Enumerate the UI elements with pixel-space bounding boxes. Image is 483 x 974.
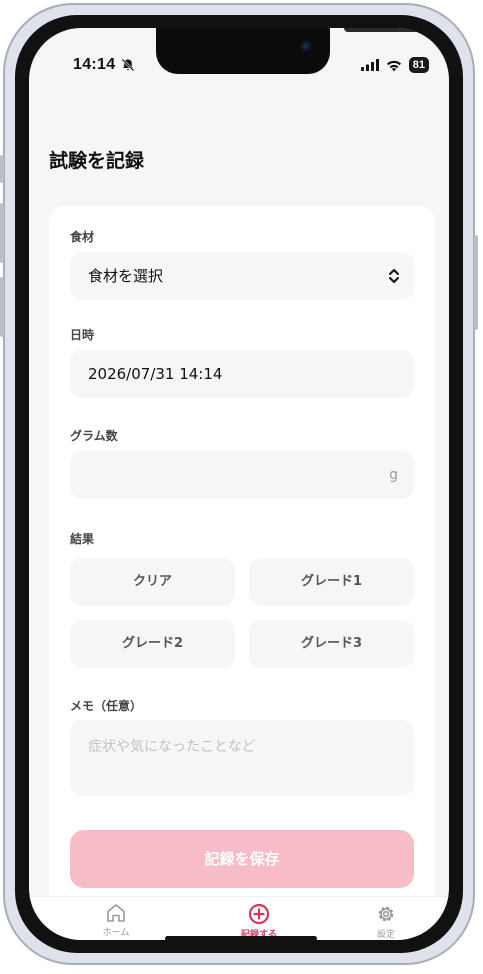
tab-record[interactable]: 記録する xyxy=(219,903,299,940)
bezel: 14:14 81 試験を記録 食材 食材を選択 日時 2026/07/31 14… xyxy=(15,15,463,953)
plus-circle-icon xyxy=(248,903,270,925)
tab-bar: ホーム 記録する 設定 xyxy=(29,896,449,940)
battery-indicator: 81 xyxy=(408,57,429,73)
ingredient-select[interactable]: 食材を選択 xyxy=(70,252,414,300)
status-time: 14:14 xyxy=(73,54,135,76)
home-icon xyxy=(107,904,125,922)
status-icons: 81 xyxy=(360,54,429,76)
front-camera xyxy=(300,40,312,52)
volume-down-button xyxy=(0,277,4,337)
ingredient-label: 食材 xyxy=(70,230,95,244)
home-indicator xyxy=(165,936,317,940)
tab-settings-label: 設定 xyxy=(376,930,395,940)
speaker xyxy=(344,28,422,32)
result-option-grade1[interactable]: グレード1 xyxy=(249,558,414,606)
bell-slash-icon xyxy=(122,58,135,72)
power-button xyxy=(474,235,478,330)
result-option-clear[interactable]: クリア xyxy=(70,558,235,606)
ingredient-select-value: 食材を選択 xyxy=(88,267,164,285)
wifi-icon xyxy=(386,60,401,71)
result-label: 結果 xyxy=(70,532,95,546)
grams-input[interactable]: g xyxy=(70,451,414,499)
result-option-grade3[interactable]: グレード3 xyxy=(249,620,414,668)
chevron-up-down-icon xyxy=(389,269,399,283)
phone-frame: 14:14 81 試験を記録 食材 食材を選択 日時 2026/07/31 14… xyxy=(0,3,478,965)
memo-placeholder: 症状や気になったことなど xyxy=(88,739,256,755)
notch xyxy=(156,28,422,74)
page-title: 試験を記録 xyxy=(49,150,145,172)
tab-home-label: ホーム xyxy=(102,928,130,938)
memo-textarea[interactable]: 症状や気になったことなど xyxy=(70,720,414,796)
side-button xyxy=(0,155,4,183)
memo-label: メモ（任意） xyxy=(70,699,143,713)
screen: 14:14 81 試験を記録 食材 食材を選択 日時 2026/07/31 14… xyxy=(29,28,449,940)
result-option-grade2[interactable]: グレード2 xyxy=(70,620,235,668)
datetime-value: 2026/07/31 14:14 xyxy=(88,365,223,383)
record-form-card: 食材 食材を選択 日時 2026/07/31 14:14 グラム数 g 結果 ク… xyxy=(49,206,435,926)
tab-home[interactable]: ホーム xyxy=(76,903,156,938)
save-button[interactable]: 記録を保存 xyxy=(70,830,414,888)
status-time-text: 14:14 xyxy=(73,56,116,73)
grams-label: グラム数 xyxy=(70,429,118,443)
datetime-label: 日時 xyxy=(70,328,95,342)
datetime-field[interactable]: 2026/07/31 14:14 xyxy=(70,350,414,398)
volume-up-button xyxy=(0,203,4,263)
grams-unit: g xyxy=(389,467,398,483)
gear-icon xyxy=(378,906,394,922)
tab-settings[interactable]: 設定 xyxy=(346,903,426,940)
signal-icon xyxy=(360,59,379,71)
